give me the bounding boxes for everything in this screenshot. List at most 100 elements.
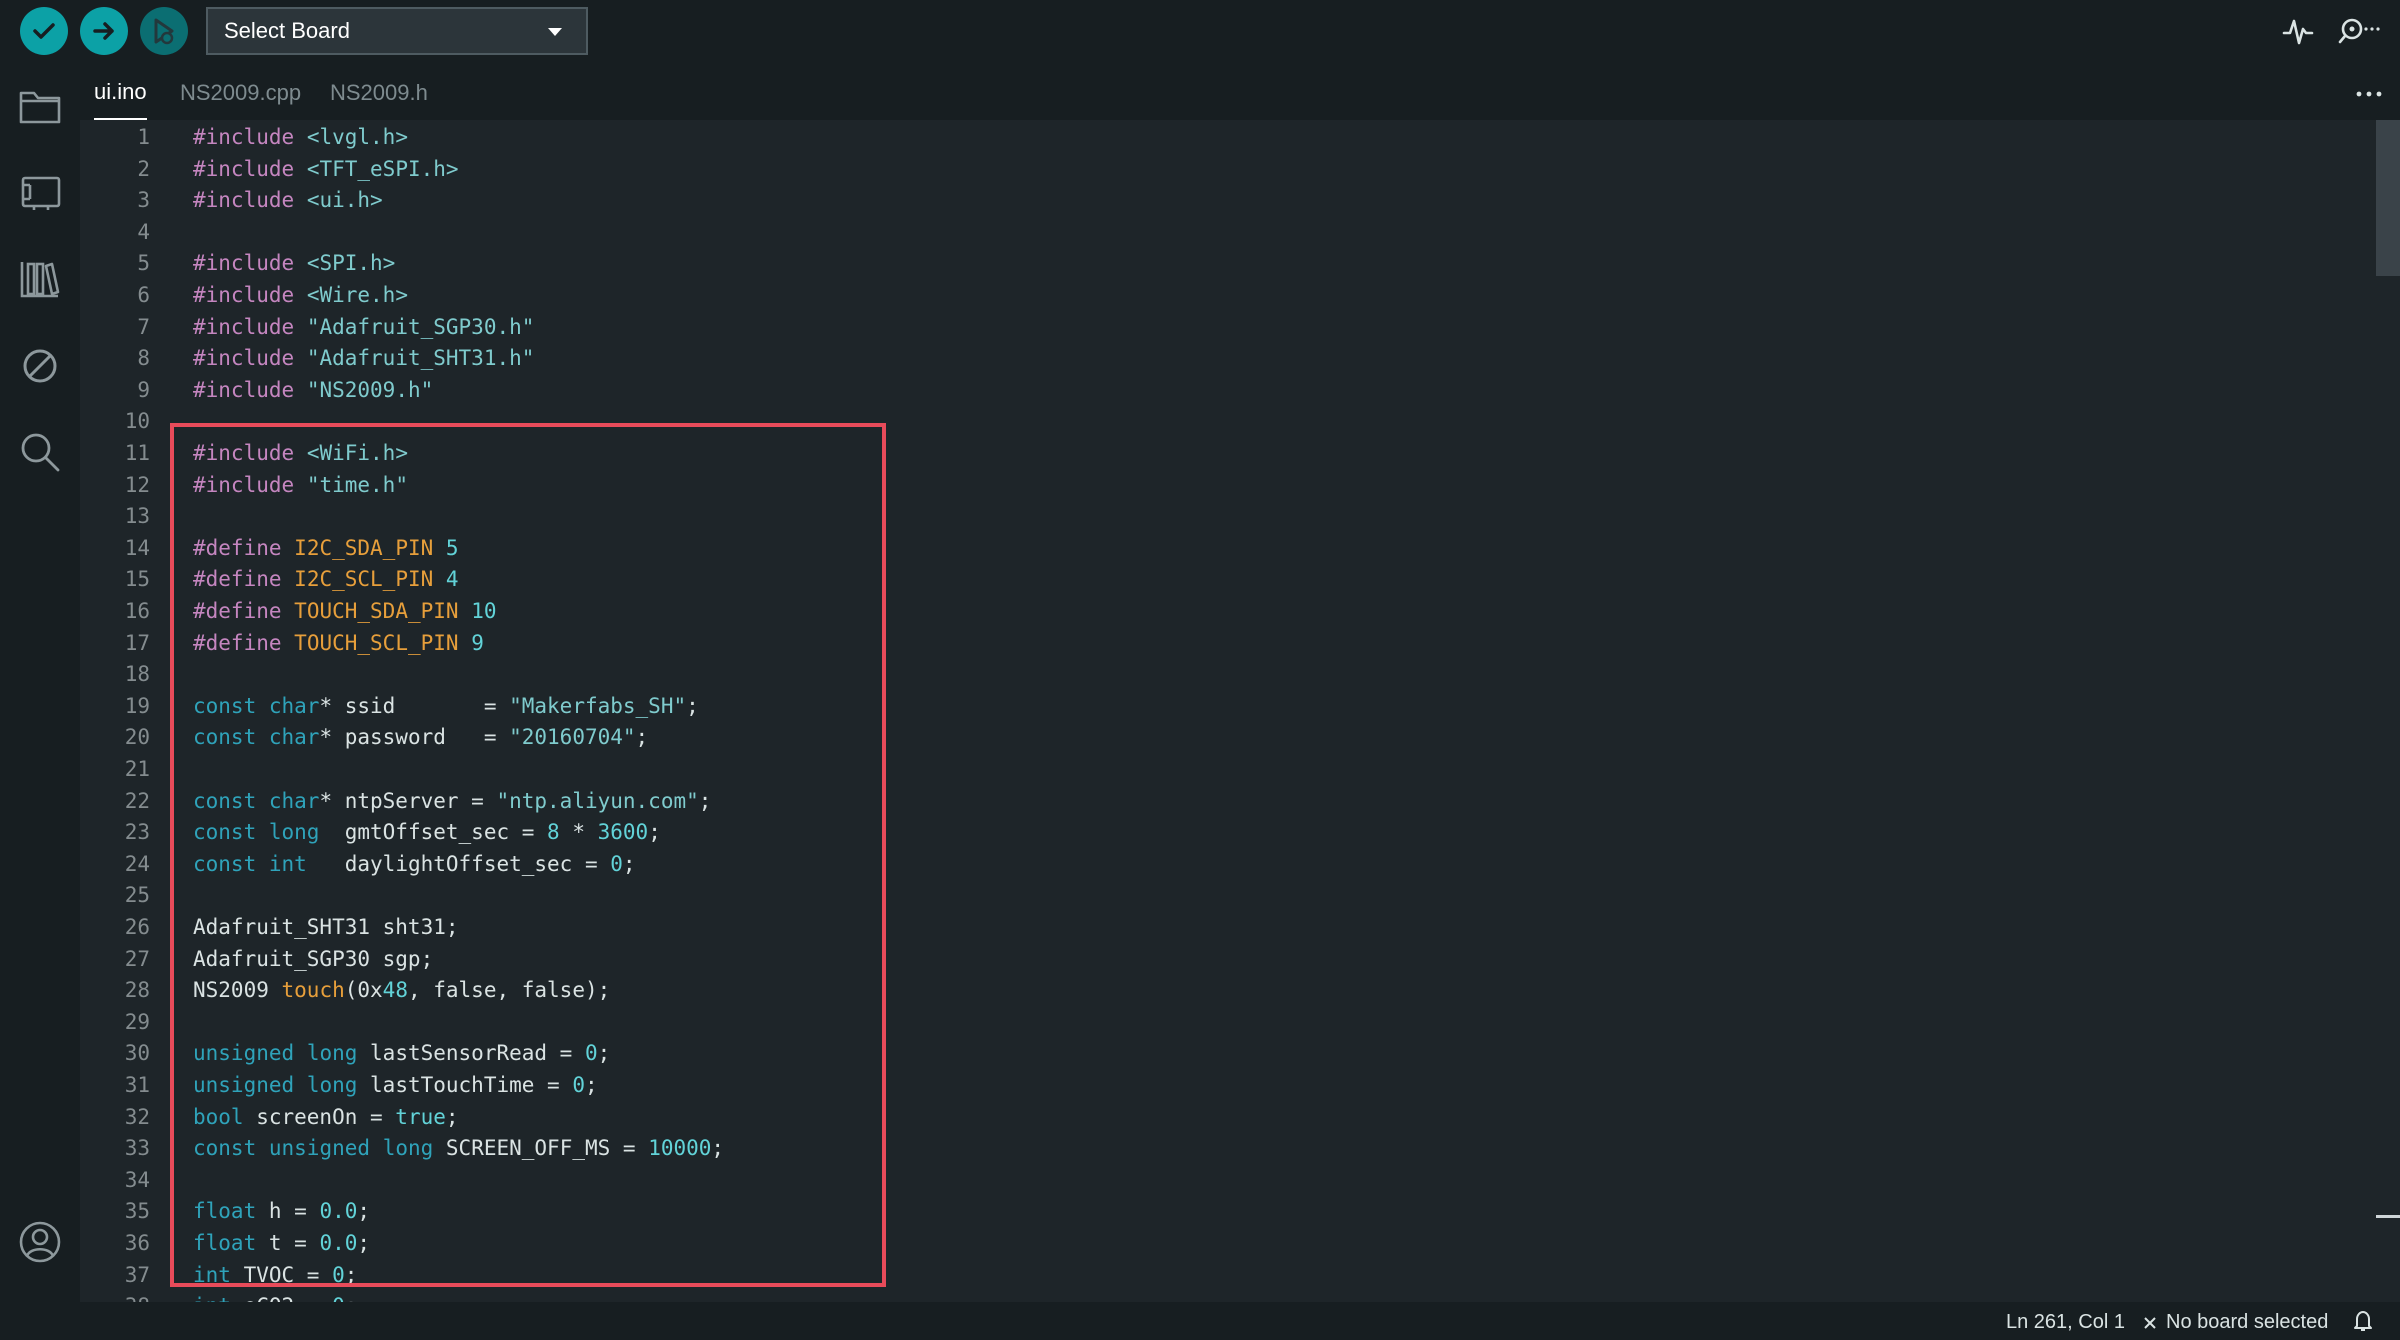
sidebar-item-library-manager[interactable]: [14, 252, 66, 304]
status-bar: Ln 261, Col 1 No board selected: [0, 1302, 2400, 1340]
close-icon: [2144, 1316, 2156, 1329]
editor-scrollbar[interactable]: [2376, 120, 2400, 1302]
notifications-button[interactable]: [2352, 1309, 2374, 1339]
line-number: 19: [124, 693, 150, 718]
scrollbar-thumb[interactable]: [2376, 120, 2400, 276]
code-token: <Wire.h>: [306, 283, 408, 307]
line-number: 9: [137, 377, 150, 402]
chevron-down-icon: [548, 28, 562, 36]
pulse-icon: [2282, 19, 2314, 45]
board-icon: [21, 176, 61, 210]
sidebar-item-boards-manager[interactable]: [14, 166, 66, 218]
user-icon: [19, 1221, 61, 1263]
line-number: 22: [124, 788, 150, 813]
code-token: "NS2009.h": [306, 377, 434, 402]
line-number: 20: [124, 725, 150, 750]
code-token: "Adafruit_SHT31.h": [306, 346, 535, 371]
board-status-label: No board selected: [2166, 1311, 2329, 1333]
serial-monitor-button[interactable]: [2334, 13, 2380, 53]
line-number: 2: [137, 156, 150, 181]
line-number: 36: [124, 1231, 150, 1255]
debug-button[interactable]: [140, 7, 188, 55]
line-number: 26: [124, 915, 150, 939]
scrollbar-cursor-marker: [2376, 1215, 2400, 1218]
code-line[interactable]: 7 #include "Adafruit_SGP30.h": [80, 312, 2380, 344]
folder-icon: [19, 91, 61, 124]
line-number: 23: [124, 820, 150, 845]
line-number: 35: [124, 1199, 150, 1224]
line-number: 24: [124, 851, 150, 876]
highlight-annotation-box: [170, 423, 886, 1287]
line-number: 28: [124, 978, 150, 1003]
cursor-position[interactable]: Ln 261, Col 1: [2006, 1311, 2125, 1334]
code-line[interactable]: 6 #include <Wire.h>: [80, 280, 2380, 312]
code-text: #include <Wire.h>: [193, 280, 408, 312]
debug-icon: [154, 18, 174, 45]
board-select[interactable]: Select Board: [206, 7, 588, 55]
code-token: eCO2 =: [231, 1294, 332, 1302]
code-token: #include: [193, 314, 295, 339]
code-line[interactable]: 38 int eCO2 = 0;: [80, 1291, 2380, 1302]
activity-bar: [0, 66, 80, 1302]
code-token: ;: [345, 1294, 358, 1302]
line-number: 11: [124, 441, 150, 465]
code-token: #include: [193, 251, 295, 276]
code-line[interactable]: 1 #include <lvgl.h>: [80, 122, 2380, 154]
line-number: 33: [124, 1136, 150, 1161]
toolbar: Select Board: [0, 0, 2400, 66]
tab-ns2009-cpp[interactable]: NS2009.cpp: [180, 66, 301, 120]
code-token: <TFT_eSPI.h>: [306, 156, 459, 181]
code-token: #include: [193, 346, 295, 371]
line-number: 10: [124, 409, 150, 434]
code-token: 0: [332, 1294, 345, 1302]
check-icon: [33, 23, 55, 39]
tab-more-button[interactable]: [2356, 84, 2382, 103]
line-number: 7: [137, 314, 150, 339]
board-status[interactable]: No board selected: [2142, 1311, 2328, 1334]
search-icon: [21, 433, 60, 472]
sidebar-item-search[interactable]: [14, 426, 66, 478]
code-token: #include: [193, 188, 295, 213]
line-number: 25: [124, 883, 150, 908]
code-text: #include <SPI.h>: [193, 248, 395, 280]
line-number: 12: [124, 472, 150, 497]
tab-ns2009-h[interactable]: NS2009.h: [330, 66, 428, 120]
code-token: "Adafruit_SGP30.h": [306, 314, 535, 339]
serial-plotter-button[interactable]: [2280, 13, 2316, 53]
more-horizontal-icon: [2356, 91, 2382, 97]
tab-ui-ino[interactable]: ui.ino: [94, 66, 147, 120]
code-line[interactable]: 9 #include "NS2009.h": [80, 375, 2380, 407]
code-token: <SPI.h>: [306, 251, 396, 276]
code-line[interactable]: 4: [80, 217, 2380, 249]
line-number: 21: [124, 757, 150, 781]
line-number: 1: [137, 125, 150, 149]
line-number: 31: [124, 1073, 150, 1097]
line-number: 13: [124, 504, 150, 529]
code-line[interactable]: 2 #include <TFT_eSPI.h>: [80, 154, 2380, 186]
account-button[interactable]: [14, 1216, 66, 1268]
verify-button[interactable]: [20, 7, 68, 55]
sidebar-item-sketchbook[interactable]: [14, 80, 66, 132]
line-number: 15: [124, 567, 150, 592]
no-entry-icon: [23, 349, 57, 383]
code-token: int: [193, 1294, 231, 1302]
line-number: 14: [124, 535, 150, 560]
upload-button[interactable]: [80, 7, 128, 55]
line-number: 6: [137, 283, 150, 307]
line-number: 5: [137, 251, 150, 276]
code-token: #include: [193, 377, 295, 402]
sidebar-item-debug[interactable]: [14, 340, 66, 392]
code-line[interactable]: 3 #include <ui.h>: [80, 185, 2380, 217]
code-token: <ui.h>: [306, 188, 383, 213]
line-number: 17: [124, 630, 150, 655]
code-line[interactable]: 8 #include "Adafruit_SHT31.h": [80, 343, 2380, 375]
code-editor[interactable]: 1 #include <lvgl.h> 2 #include <TFT_eSPI.h>…: [80, 120, 2400, 1302]
code-line[interactable]: 5 #include <SPI.h>: [80, 248, 2380, 280]
